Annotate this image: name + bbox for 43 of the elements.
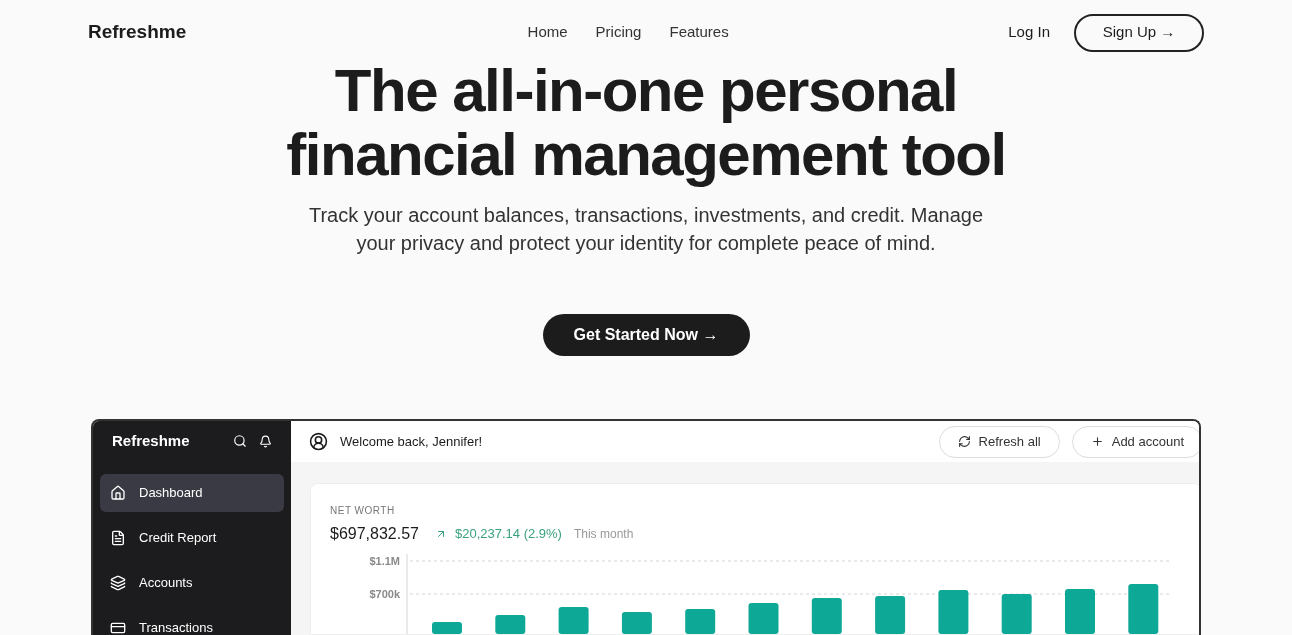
- home-icon: [110, 485, 126, 501]
- chart-bar: [558, 607, 589, 634]
- user-icon[interactable]: [309, 432, 328, 451]
- axis-label: $700k: [369, 587, 400, 602]
- hero-title: The all-in-one personal financial management tool: [286, 59, 1006, 187]
- bell-icon[interactable]: [259, 434, 272, 448]
- chart-bar: [621, 612, 652, 634]
- nav-link[interactable]: Features: [669, 21, 729, 44]
- get-started-button[interactable]: Get Started Now →: [542, 314, 750, 356]
- welcome-text: Welcome back, Jennifer!: [340, 432, 484, 451]
- chart-bar: [495, 615, 526, 634]
- chart-bar: [811, 598, 842, 634]
- chart-bar: [1065, 589, 1095, 634]
- search-icon[interactable]: [233, 434, 247, 448]
- sidebar-item[interactable]: Accounts: [100, 564, 284, 602]
- logo[interactable]: Refreshme: [88, 18, 288, 47]
- change-text: $20,237.14 (2.9%): [455, 525, 562, 544]
- hero-subtitle: Track your account balances, transactions, investments, and credit. Manage your privacy and protect your identity for complete peace of mind.: [308, 203, 983, 256]
- signup-button[interactable]: Sign Up →: [1074, 13, 1204, 52]
- net-worth-value: $697,832.57: [330, 524, 419, 544]
- nav-link[interactable]: Pricing: [595, 21, 642, 44]
- chart-bar: [1001, 594, 1032, 634]
- plus-icon: [1090, 435, 1104, 448]
- sidebar-item[interactable]: Transactions: [100, 609, 284, 635]
- axis-label: $1.1M: [369, 554, 400, 569]
- layers-icon: [110, 575, 126, 591]
- chart-bar: [748, 603, 779, 634]
- chart-bar: [685, 609, 716, 634]
- chart-bar: [432, 622, 462, 634]
- sidebar-item[interactable]: Credit Report: [100, 519, 284, 557]
- document-icon: [110, 530, 126, 546]
- nav-link[interactable]: Home: [527, 21, 568, 44]
- period-text: This month: [573, 526, 634, 543]
- sidebar-logo: Refreshme: [112, 430, 191, 451]
- sidebar-item[interactable]: Dashboard: [100, 474, 284, 512]
- arrow-up-icon: [435, 528, 447, 540]
- net-worth-label: NET WORTH: [330, 504, 396, 518]
- chart-bar: [1128, 584, 1159, 634]
- refresh-icon: [957, 435, 971, 448]
- login-link[interactable]: Log In: [1008, 21, 1050, 44]
- chart-bar: [875, 596, 906, 634]
- chart-bar: [938, 590, 969, 634]
- card-icon: [110, 620, 126, 635]
